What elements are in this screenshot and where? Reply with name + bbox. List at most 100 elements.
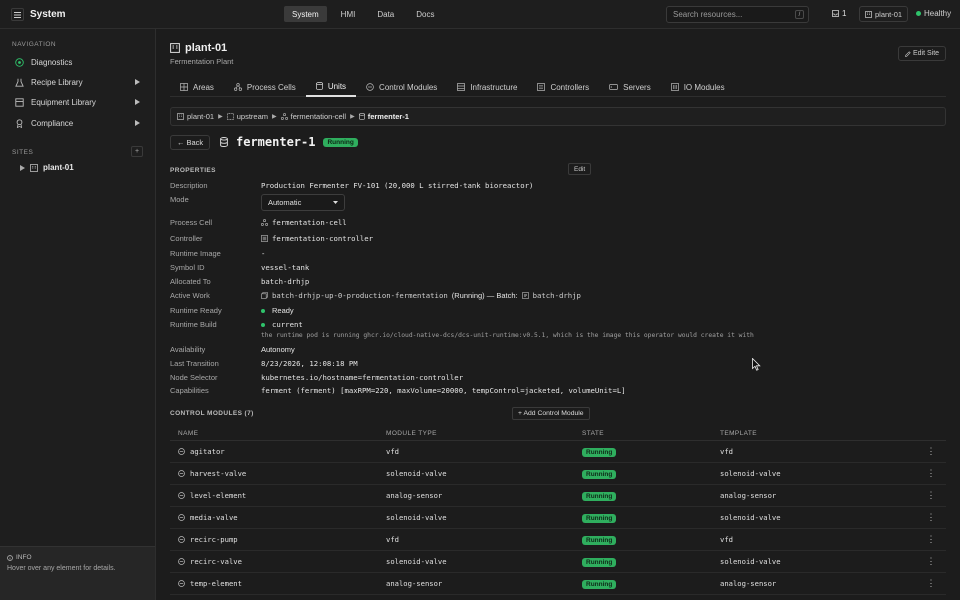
- prop-key: Description: [170, 181, 208, 190]
- health-dot-icon: [916, 11, 921, 16]
- top-tab-hmi[interactable]: HMI: [333, 6, 364, 22]
- flask-icon: [14, 77, 24, 87]
- top-tab-docs[interactable]: Docs: [408, 6, 442, 22]
- tab-areas[interactable]: Areas: [170, 77, 224, 97]
- unit-name: fermenter-1: [236, 135, 316, 149]
- search-box[interactable]: /: [666, 6, 809, 23]
- row-actions-button[interactable]: ⋮: [916, 512, 946, 523]
- prop-value: Autonomy: [261, 345, 295, 354]
- tab-units[interactable]: Units: [305, 77, 357, 97]
- module-name[interactable]: recirc-pump: [190, 535, 238, 544]
- breadcrumb-site[interactable]: plant-01: [187, 112, 214, 121]
- table-row[interactable]: level-element analog-sensor Running analog-…: [170, 485, 946, 507]
- notification-count: 1: [842, 9, 847, 18]
- row-actions-button[interactable]: ⋮: [916, 490, 946, 501]
- menu-icon[interactable]: [11, 8, 24, 21]
- table-row[interactable]: harvest-valve solenoid-valve Running soleno…: [170, 463, 946, 485]
- cell-state: Running: [582, 579, 720, 589]
- breadcrumb-area[interactable]: upstream: [237, 112, 268, 121]
- module-name[interactable]: level-element: [190, 491, 246, 500]
- prop-value[interactable]: fermentation-controller: [261, 234, 373, 243]
- row-actions-button[interactable]: ⋮: [916, 556, 946, 567]
- table-row[interactable]: temp-element analog-sensor Running analog-s…: [170, 573, 946, 595]
- tab-infrastructure[interactable]: Infrastructure: [447, 77, 527, 97]
- table-row[interactable]: agitator vfd Running vfd ⋮: [170, 441, 946, 463]
- site-tree-label: plant-01: [43, 163, 74, 172]
- add-control-module-button[interactable]: + Add Control Module: [512, 407, 590, 420]
- batch-link[interactable]: batch-drhjp: [533, 291, 581, 300]
- caret-right-icon: [135, 99, 140, 105]
- back-button[interactable]: ← Back: [170, 135, 211, 150]
- sidebar-item-recipe-library[interactable]: Recipe Library: [6, 73, 150, 91]
- top-tab-data[interactable]: Data: [369, 6, 402, 22]
- column-header-type[interactable]: MODULE TYPE: [386, 430, 582, 437]
- top-bar: System System HMI Data Docs / 1 plant-01…: [0, 0, 960, 29]
- prop-value[interactable]: fermentation-cell: [261, 218, 347, 227]
- edit-properties-button[interactable]: Edit: [568, 163, 592, 175]
- site-selector[interactable]: plant-01: [859, 6, 909, 22]
- module-name[interactable]: media-valve: [190, 513, 238, 522]
- top-tab-system[interactable]: System: [284, 6, 327, 22]
- module-name[interactable]: temp-element: [190, 579, 242, 588]
- prop-value: current: [261, 320, 303, 329]
- column-header-name[interactable]: NAME: [170, 430, 386, 437]
- prop-availability: Availability Autonomy: [170, 345, 930, 354]
- tab-control-modules[interactable]: Control Modules: [356, 77, 447, 97]
- sidebar-item-equipment-library[interactable]: Equipment Library: [6, 93, 150, 111]
- module-name[interactable]: agitator: [190, 447, 225, 456]
- row-actions-button[interactable]: ⋮: [916, 534, 946, 545]
- health-status[interactable]: Healthy: [916, 9, 951, 18]
- main-content: plant-01 Fermentation Plant Edit Site Ar…: [156, 29, 960, 600]
- site-title-text: plant-01: [185, 42, 228, 54]
- pencil-icon: [905, 50, 911, 57]
- tab-servers[interactable]: Servers: [599, 77, 661, 97]
- search-input[interactable]: [673, 10, 791, 19]
- runtime-ready-value: Ready: [272, 306, 294, 315]
- row-actions-button[interactable]: ⋮: [916, 446, 946, 457]
- cell-module-type: solenoid-valve: [386, 469, 447, 478]
- column-header-template[interactable]: TEMPLATE: [720, 430, 916, 437]
- back-label: Back: [186, 138, 204, 147]
- building-icon: [177, 113, 184, 120]
- status-badge: Running: [323, 137, 358, 147]
- row-actions-button[interactable]: ⋮: [916, 578, 946, 589]
- active-work-link[interactable]: batch-drhjp-up-0-production-fermentation: [272, 291, 448, 300]
- active-work-status: (Running) — Batch:: [451, 291, 518, 300]
- prop-value: kubernetes.io/hostname=fermentation-cont…: [261, 373, 464, 382]
- cell-name: harvest-valve: [170, 469, 386, 478]
- prop-key: Controller: [170, 234, 203, 243]
- mode-select[interactable]: Automatic: [261, 194, 345, 211]
- table-row[interactable]: media-valve solenoid-valve Running solenoid…: [170, 507, 946, 529]
- module-name[interactable]: recirc-valve: [190, 557, 242, 566]
- prop-key: Allocated To: [170, 277, 211, 286]
- notifications-button[interactable]: 1: [832, 9, 846, 18]
- prop-value: -: [261, 249, 266, 258]
- tab-process-cells[interactable]: Process Cells: [224, 77, 306, 97]
- controller-link[interactable]: fermentation-controller: [272, 234, 373, 243]
- info-title: INFO: [16, 554, 32, 561]
- column-header-state[interactable]: STATE: [582, 430, 720, 437]
- kebab-menu-icon: ⋮: [926, 578, 936, 588]
- sidebar-item-diagnostics[interactable]: Diagnostics: [6, 53, 150, 71]
- add-site-button[interactable]: +: [131, 146, 143, 157]
- breadcrumb-process-cell[interactable]: fermentation-cell: [291, 112, 346, 121]
- nav-section-label: NAVIGATION: [12, 41, 57, 48]
- prop-capabilities: Capabilities ferment (ferment) [maxRPM=2…: [170, 386, 930, 395]
- kebab-menu-icon: ⋮: [926, 446, 936, 456]
- network-icon: [233, 83, 242, 91]
- table-row[interactable]: recirc-valve solenoid-valve Running solenoi…: [170, 551, 946, 573]
- tab-io-modules[interactable]: IO Modules: [661, 77, 735, 97]
- module-name[interactable]: harvest-valve: [190, 469, 246, 478]
- site-tree-item[interactable]: plant-01: [20, 163, 74, 172]
- edit-site-button[interactable]: Edit Site: [898, 46, 947, 61]
- process-cell-link[interactable]: fermentation-cell: [272, 218, 347, 227]
- control-modules-heading: CONTROL MODULES (7): [170, 410, 254, 417]
- mouse-cursor-icon: [752, 358, 761, 371]
- prop-controller: Controller fermentation-controller: [170, 234, 930, 243]
- caret-right-icon: [135, 79, 140, 85]
- tab-controllers[interactable]: Controllers: [527, 77, 599, 97]
- row-actions-button[interactable]: ⋮: [916, 468, 946, 479]
- sidebar-item-compliance[interactable]: Compliance: [6, 114, 150, 132]
- cell-state: Running: [582, 491, 720, 501]
- table-row[interactable]: recirc-pump vfd Running vfd ⋮: [170, 529, 946, 551]
